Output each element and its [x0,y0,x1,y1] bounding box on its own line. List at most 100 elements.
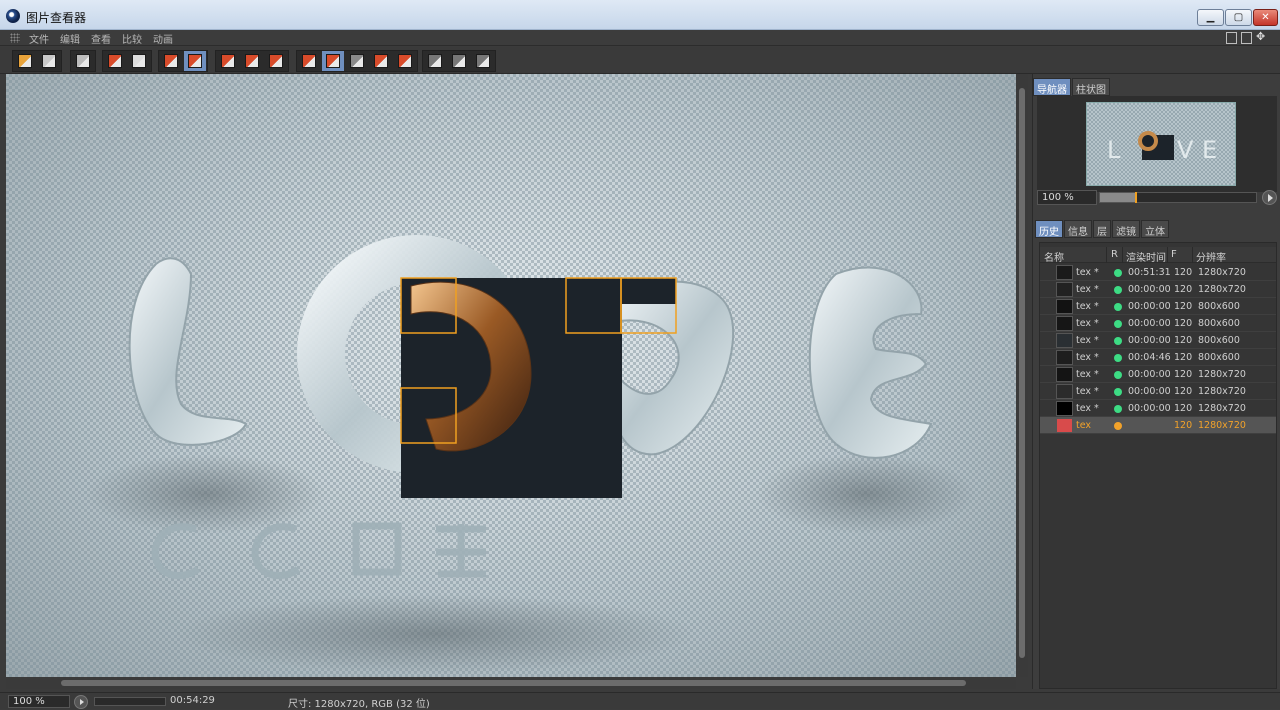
close-button[interactable]: ✕ [1253,9,1278,26]
panel-layout-icon[interactable] [1226,32,1237,44]
row-time: 00:00:00 [1128,369,1171,380]
col-render-time[interactable]: 渲染时间 [1126,249,1166,264]
ab-split-icon [326,54,340,68]
table-row[interactable]: tex * 00:00:00 120 800x600 [1040,315,1276,332]
ab-button[interactable] [298,51,320,71]
channel-icon [428,54,442,68]
compare-view-icon [245,54,259,68]
row-frames: 120 [1174,318,1193,329]
table-row[interactable]: tex * 00:00:00 120 800x600 [1040,298,1276,315]
menu-animation[interactable]: 动画 [153,31,173,46]
zoom-field[interactable]: 100 % [1037,190,1097,205]
row-time: 00:00:00 [1128,318,1171,329]
layers-icon [188,54,202,68]
ab-split-button[interactable] [322,51,344,71]
maximize-button[interactable]: ▢ [1225,9,1252,26]
layers-copy-button[interactable] [160,51,182,71]
b-arrow-icon [398,54,412,68]
menu-compare[interactable]: 比较 [122,31,142,46]
zoom-row: 100 % [1037,190,1277,206]
menu-view[interactable]: 查看 [91,31,111,46]
row-time: 00:00:00 [1128,335,1171,346]
scroll-thumb[interactable] [1019,88,1025,658]
minimize-button[interactable]: ▁ [1197,9,1224,26]
tab-info[interactable]: 信息 [1064,220,1092,238]
channel-c-icon [476,54,490,68]
col-frames[interactable]: F [1171,249,1177,260]
compare-view-button[interactable] [241,51,263,71]
row-name: tex * [1076,284,1099,295]
menu-edit[interactable]: 编辑 [60,31,80,46]
maximize-icon: ▢ [1233,12,1244,23]
col-r[interactable]: R [1111,249,1118,260]
a-arrow-button[interactable] [370,51,392,71]
table-row[interactable]: tex * 00:00:00 120 1280x720 [1040,281,1276,298]
channel-button[interactable] [424,51,446,71]
layers-button[interactable] [184,51,206,71]
tab-layers[interactable]: 层 [1093,220,1111,238]
channel-c-button[interactable] [472,51,494,71]
region-button[interactable] [104,51,126,71]
table-row[interactable]: tex * 00:00:00 120 1280x720 [1040,383,1276,400]
row-frames: 120 [1174,284,1193,295]
col-resolution[interactable]: 分辨率 [1196,249,1226,264]
table-row[interactable]: tex * 00:04:46 120 800x600 [1040,349,1276,366]
view-button[interactable] [217,51,239,71]
grip-icon [10,33,20,43]
export-icon [132,54,146,68]
status-bar: 100 % 00:54:29 尺寸: 1280x720, RGB (32 位) [0,692,1280,710]
play-icon[interactable] [74,695,88,709]
scroll-thumb[interactable] [61,680,966,686]
table-row[interactable]: tex * 00:00:00 120 800x600 [1040,332,1276,349]
status-zoom-field[interactable]: 100 % [8,695,70,708]
thumbnail [1056,350,1073,365]
navigator-thumbnail[interactable]: L V E [1086,102,1236,186]
status-dot [1114,303,1122,311]
status-dot [1114,354,1122,362]
table-row[interactable]: tex * 00:51:31 120 1280x720 [1040,264,1276,281]
letter-e [808,266,933,459]
status-info: 尺寸: 1280x720, RGB (32 位) [288,699,430,710]
tab-navigator[interactable]: 导航器 [1033,78,1071,96]
film-button[interactable] [72,51,94,71]
play-icon[interactable] [1262,190,1277,205]
status-dot [1114,286,1122,294]
save-button[interactable] [38,51,60,71]
open-icon [18,54,32,68]
tab-stereo[interactable]: 立体 [1141,220,1169,238]
row-frames: 120 [1174,267,1193,278]
status-dot [1114,388,1122,396]
row-resolution: 1280x720 [1198,420,1246,431]
thumbnail [1056,401,1073,416]
move-icon[interactable]: ✥ [1256,30,1265,43]
tab-history[interactable]: 历史 [1035,220,1063,238]
tab-histogram[interactable]: 柱状图 [1072,78,1110,96]
toolbar-group [215,50,289,72]
vertical-scrollbar[interactable] [1016,74,1028,677]
table-row[interactable]: tex 120 1280x720 [1040,417,1276,434]
row-resolution: 800x600 [1198,335,1240,346]
open-button[interactable] [14,51,36,71]
table-row[interactable]: tex * 00:00:00 120 1280x720 [1040,366,1276,383]
horizontal-scrollbar[interactable] [6,677,1016,689]
tab-filters[interactable]: 滤镜 [1112,220,1140,238]
b-arrow-button[interactable] [394,51,416,71]
zoom-slider[interactable] [1099,192,1257,203]
toolbar-group [70,50,96,72]
minimize-icon: ▁ [1206,12,1215,23]
view-icon [221,54,235,68]
export-button[interactable] [128,51,150,71]
ab-alt-button[interactable] [346,51,368,71]
channel-b-button[interactable] [448,51,470,71]
image-viewport[interactable] [6,74,1016,677]
render-view-button[interactable] [265,51,287,71]
menu-file[interactable]: 文件 [29,31,49,46]
zoom-knob[interactable] [1134,192,1137,203]
zoom-fill [1100,193,1135,202]
table-row[interactable]: tex * 00:00:00 120 1280x720 [1040,400,1276,417]
side-panel: 导航器 柱状图 L V E 100 % 历史 信息 层 滤镜 立体 名称 R 渲… [1032,74,1280,689]
ab-alt-icon [350,54,364,68]
timeline-slider[interactable] [94,697,166,706]
new-window-icon[interactable] [1241,32,1252,44]
col-name[interactable]: 名称 [1044,249,1064,264]
